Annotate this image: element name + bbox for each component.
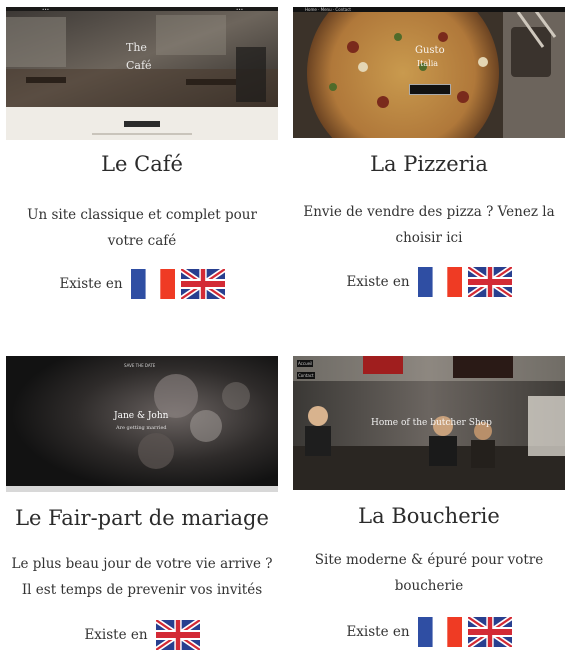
wedding-preview-overlay-line1: Jane & John [114, 411, 169, 421]
available-languages: Existe en [293, 617, 565, 647]
french-flag-icon[interactable] [418, 617, 462, 647]
available-languages: Existe en [6, 269, 278, 299]
exists-in-label: Existe en [346, 274, 410, 290]
boucherie-preview-overlay-line1: Home of the butcher Shop [371, 418, 492, 428]
uk-flag-icon[interactable] [468, 617, 512, 647]
cafe-preview-overlay-line1: The [126, 41, 147, 54]
template-card-cafe[interactable]: ••• ••• The Café Le Café Un site classiq… [6, 7, 280, 140]
cafe-preview-button [124, 121, 160, 127]
pizzeria-preview-overlay-line2: Italia [417, 59, 439, 68]
cafe-preview-overlay-line2: Café [126, 59, 152, 72]
template-card-boucherie[interactable]: Accueil Contact Home of the butcher Shop… [293, 356, 567, 490]
uk-flag-icon[interactable] [181, 269, 225, 299]
template-title[interactable]: La Boucherie [293, 504, 565, 528]
template-card-wedding[interactable]: SAVE THE DATE Jane & John Are getting ma… [6, 356, 280, 492]
template-card-pizzeria[interactable]: Home · Menu · Contact Gusto Italia La Pi… [293, 7, 567, 138]
template-description: Un site classique et complet pour votre … [27, 207, 257, 249]
cafe-preview-image[interactable]: ••• ••• The Café [6, 7, 278, 140]
french-flag-icon[interactable] [131, 269, 175, 299]
exists-in-label: Existe en [84, 627, 148, 643]
french-flag-icon[interactable] [418, 267, 462, 297]
available-languages: Existe en [293, 267, 565, 297]
wedding-preview-overlay-line2: Are getting married [116, 425, 167, 431]
exists-in-label: Existe en [346, 624, 410, 640]
template-title[interactable]: Le Café [6, 152, 278, 176]
template-description: Site moderne & épuré pour votre boucheri… [314, 552, 544, 594]
template-title[interactable]: Le Fair-part de mariage [0, 506, 284, 530]
boucherie-preview-image[interactable]: Accueil Contact Home of the butcher Shop [293, 356, 565, 490]
wedding-preview-image[interactable]: SAVE THE DATE Jane & John Are getting ma… [6, 356, 278, 492]
cafe-preview-text-line [92, 133, 192, 135]
pizzeria-preview-image[interactable]: Home · Menu · Contact Gusto Italia [293, 7, 565, 138]
pizzeria-preview-button [409, 84, 451, 95]
pizzeria-preview-overlay-line1: Gusto [415, 45, 445, 56]
uk-flag-icon[interactable] [156, 620, 200, 650]
exists-in-label: Existe en [59, 276, 123, 292]
template-title[interactable]: La Pizzeria [293, 152, 565, 176]
available-languages: Existe en [6, 620, 278, 650]
template-description: Le plus beau jour de votre vie arrive ? … [11, 556, 273, 598]
uk-flag-icon[interactable] [468, 267, 512, 297]
template-description: Envie de vendre des pizza ? Venez la cho… [303, 204, 555, 246]
